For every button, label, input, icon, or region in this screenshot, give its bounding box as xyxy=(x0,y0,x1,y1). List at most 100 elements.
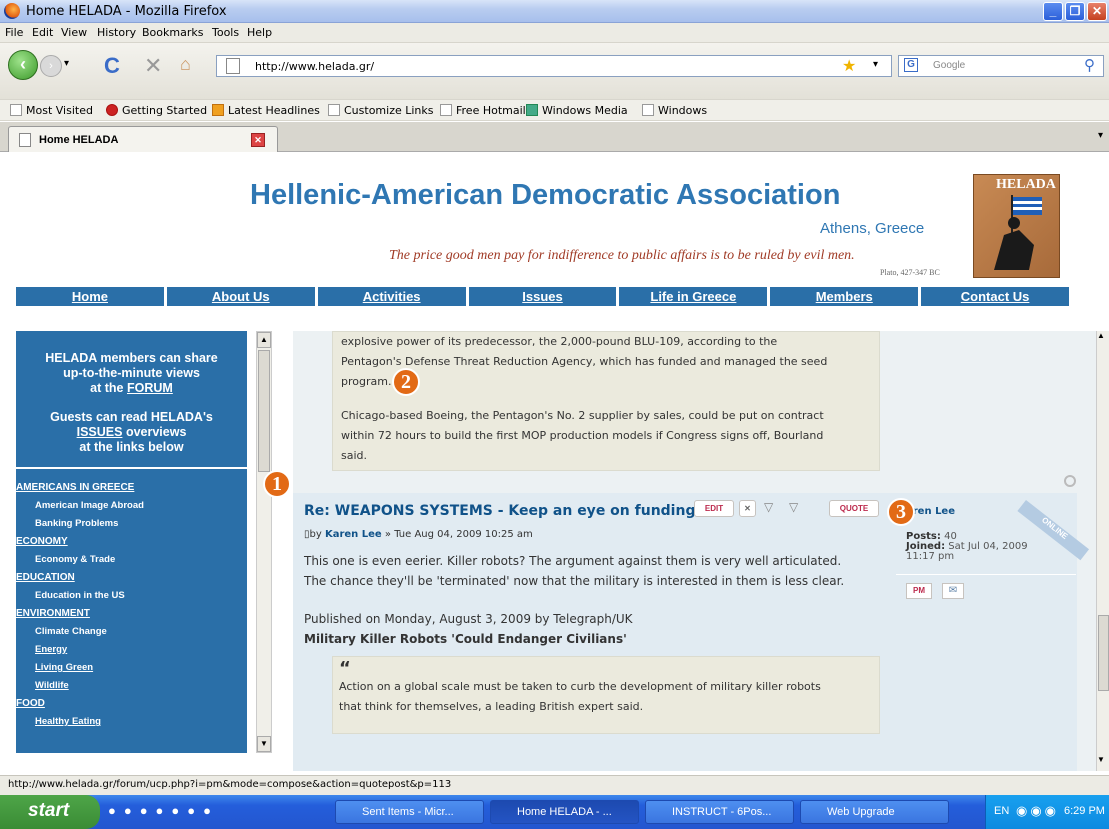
menu-edit[interactable]: Edit xyxy=(32,26,53,39)
bookmark-getting-started[interactable]: Getting Started xyxy=(106,104,207,117)
quote-button[interactable]: QUOTE xyxy=(829,500,879,517)
bookmark-latest-headlines[interactable]: Latest Headlines xyxy=(212,104,320,117)
firefox-icon xyxy=(4,3,20,19)
menu-history[interactable]: History xyxy=(97,26,136,39)
sidebar-subcategory[interactable]: Wildlife xyxy=(16,677,247,695)
quote-line: that think for themselves, a leading Bri… xyxy=(339,700,644,713)
nav-issues[interactable]: Issues xyxy=(469,287,620,306)
main-scrollbar[interactable]: ▲ ▼ xyxy=(1096,331,1109,771)
article-title: Military Killer Robots 'Could Endanger C… xyxy=(304,632,627,646)
stop-icon[interactable]: ✕ xyxy=(144,53,162,79)
search-input[interactable]: Google xyxy=(898,55,1104,77)
promo-line: at the links below xyxy=(79,440,184,454)
taskbar-sent-items[interactable]: Sent Items - Micr... xyxy=(335,800,484,824)
tray-icons[interactable]: ◉◉◉ xyxy=(1016,803,1068,821)
system-tray: EN ◉◉◉ 6:29 PM xyxy=(985,795,1109,829)
nav-life-in-greece[interactable]: Life in Greece xyxy=(619,287,771,306)
email-icon[interactable]: ✉ xyxy=(942,583,964,599)
quote-line: within 72 hours to build the first MOP p… xyxy=(341,429,824,442)
bookmark-most-visited[interactable]: Most Visited xyxy=(10,104,93,117)
bookmark-star-icon[interactable]: ★ xyxy=(842,56,856,76)
tab-list-icon[interactable]: ▾ xyxy=(1098,130,1103,141)
reload-icon[interactable]: C xyxy=(104,53,120,79)
language-indicator[interactable]: EN xyxy=(994,805,1009,817)
pm-button[interactable]: PM xyxy=(906,583,932,599)
menu-bookmarks[interactable]: Bookmarks xyxy=(142,26,203,39)
scroll-down-icon[interactable]: ▼ xyxy=(257,736,271,752)
google-icon[interactable]: G xyxy=(904,58,918,72)
forward-button[interactable]: › xyxy=(40,55,62,77)
issues-link[interactable]: ISSUES xyxy=(77,425,123,439)
sidebar-category-list: AMERICANS IN GREECE American Image Abroad… xyxy=(16,479,247,731)
report-icon[interactable]: ▽ xyxy=(764,500,773,514)
search-icon[interactable]: ⚲ xyxy=(1084,56,1095,74)
sidebar-subcategory[interactable]: Living Green xyxy=(16,659,247,677)
helada-logo[interactable]: HELADA xyxy=(973,174,1060,278)
taskbar-home-helada[interactable]: Home HELADA - ... xyxy=(490,800,639,824)
scroll-up-icon[interactable]: ▲ xyxy=(257,332,271,348)
sidebar-subcategory[interactable]: Education in the US xyxy=(16,587,247,605)
sidebar-divider xyxy=(16,467,247,469)
quote-line: explosive power of its predecessor, the … xyxy=(341,335,778,348)
url-input[interactable]: http://www.helada.gr/ xyxy=(216,55,892,77)
sidebar-category[interactable]: ENVIRONMENT xyxy=(16,605,247,623)
nav-contact-us[interactable]: Contact Us xyxy=(921,287,1069,306)
maximize-button[interactable]: ❐ xyxy=(1065,2,1085,21)
firefox-bookmark-icon xyxy=(106,104,118,116)
nav-about-us[interactable]: About Us xyxy=(167,287,318,306)
taskbar-web-upgrade[interactable]: Web Upgrade xyxy=(800,800,949,824)
tab-close-icon[interactable]: ✕ xyxy=(251,133,265,147)
post-title[interactable]: Re: WEAPONS SYSTEMS - Keep an eye on fun… xyxy=(304,503,695,519)
url-dropdown-icon[interactable]: ▾ xyxy=(873,59,878,70)
menu-help[interactable]: Help xyxy=(247,26,272,39)
nav-activities[interactable]: Activities xyxy=(318,287,469,306)
sidebar-subcategory[interactable]: Climate Change xyxy=(16,623,247,641)
menu-file[interactable]: File xyxy=(5,26,23,39)
navigation-toolbar: ‹ › ▾ C ✕ ⌂ http://www.helada.gr/ ★ ▾ Go… xyxy=(0,43,1109,99)
nav-home[interactable]: Home xyxy=(16,287,167,306)
taskbar-instruct[interactable]: INSTRUCT - 6Pos... xyxy=(645,800,794,824)
promo-text: at the xyxy=(90,381,124,395)
sidebar-scrollbar[interactable]: ▲ ▼ xyxy=(256,331,272,753)
post-line: The chance they'll be 'terminated' now t… xyxy=(304,574,845,588)
sidebar-promo: HELADA members can share up-to-the-minut… xyxy=(16,331,247,455)
bookmark-customize-links[interactable]: Customize Links xyxy=(328,104,434,117)
windows-media-icon xyxy=(526,104,538,116)
bookmark-windows[interactable]: Windows xyxy=(642,104,707,117)
sidebar-subcategory[interactable]: Energy xyxy=(16,641,247,659)
back-button[interactable]: ‹ xyxy=(8,50,38,80)
sidebar-category[interactable]: ECONOMY xyxy=(16,533,247,551)
menu-tools[interactable]: Tools xyxy=(212,26,239,39)
home-icon[interactable]: ⌂ xyxy=(180,54,191,75)
history-dropdown-icon[interactable]: ▾ xyxy=(64,58,69,69)
back-to-top-icon[interactable] xyxy=(1064,475,1076,487)
quote-line: program. xyxy=(341,375,392,388)
sidebar-category[interactable]: FOOD xyxy=(16,695,247,713)
scroll-thumb[interactable] xyxy=(258,350,270,472)
delete-icon[interactable]: ✕ xyxy=(739,500,756,517)
nav-members[interactable]: Members xyxy=(770,287,922,306)
rss-icon xyxy=(212,104,224,116)
sidebar-subcategory[interactable]: Healthy Eating xyxy=(16,713,247,731)
scroll-down-icon[interactable]: ▼ xyxy=(1097,755,1105,764)
warn-icon[interactable]: ▽ xyxy=(789,500,798,514)
sidebar-subcategory[interactable]: Banking Problems xyxy=(16,515,247,533)
sidebar-category[interactable]: EDUCATION xyxy=(16,569,247,587)
post-meta: ▯by Karen Lee » Tue Aug 04, 2009 10:25 a… xyxy=(304,529,533,540)
bookmark-free-hotmail[interactable]: Free Hotmail xyxy=(440,104,526,117)
scroll-thumb[interactable] xyxy=(1098,615,1109,691)
scroll-up-icon[interactable]: ▲ xyxy=(1097,331,1105,340)
close-button[interactable]: ✕ xyxy=(1087,2,1107,21)
quick-launch[interactable]: ●●●●●●● xyxy=(108,803,288,821)
sidebar-category[interactable]: AMERICANS IN GREECE xyxy=(16,479,247,497)
menu-view[interactable]: View xyxy=(61,26,87,39)
minimize-button[interactable]: _ xyxy=(1043,2,1063,21)
forum-link[interactable]: FORUM xyxy=(127,381,173,395)
bookmark-windows-media[interactable]: Windows Media xyxy=(526,104,628,117)
sidebar-subcategory[interactable]: American Image Abroad xyxy=(16,497,247,515)
start-button[interactable]: start xyxy=(0,795,100,829)
edit-button[interactable]: EDIT xyxy=(694,500,734,517)
tab-home-helada[interactable]: Home HELADA ✕ xyxy=(8,126,278,152)
sidebar-subcategory[interactable]: Economy & Trade xyxy=(16,551,247,569)
author-link[interactable]: Karen Lee xyxy=(325,529,382,540)
